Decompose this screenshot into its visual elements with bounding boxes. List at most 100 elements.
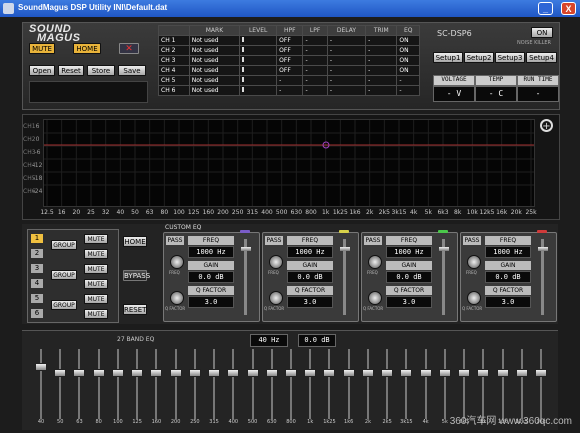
gain-fader-handle[interactable] <box>538 247 548 251</box>
geq-fader-handle[interactable] <box>496 369 509 377</box>
freq-knob[interactable] <box>467 255 481 269</box>
geq-fader-handle[interactable] <box>361 369 374 377</box>
q-factor-knob[interactable] <box>467 291 481 305</box>
setup1-button[interactable]: Setup1 <box>433 52 463 63</box>
group-button[interactable]: GROUP <box>51 240 77 250</box>
geq-fader-handle[interactable] <box>458 369 471 377</box>
graph-plot-area[interactable] <box>43 119 535 207</box>
channel-row[interactable]: CH 1 Not used OFF - - - ON <box>158 35 420 46</box>
geq-fader-handle[interactable] <box>73 369 86 377</box>
q-factor-knob[interactable] <box>368 291 382 305</box>
geq-fader-handle[interactable] <box>54 369 67 377</box>
channel-row[interactable]: CH 4 Not used OFF - - - ON <box>158 65 420 76</box>
eq-reset-button[interactable]: RESET <box>123 304 147 315</box>
freq-knob[interactable] <box>170 255 184 269</box>
geq-fader-handle[interactable] <box>304 369 317 377</box>
pass-button[interactable]: PASS <box>463 236 481 245</box>
gain-value[interactable]: 0.0 dB <box>386 271 432 283</box>
setup2-button[interactable]: Setup2 <box>464 52 494 63</box>
channel-select-6[interactable]: 6 <box>31 309 43 318</box>
mute-button[interactable]: MUTE <box>29 43 55 54</box>
geq-fader-handle[interactable] <box>246 369 259 377</box>
channel-row[interactable]: CH 3 Not used OFF - - - ON <box>158 55 420 66</box>
geq-fader-handle[interactable] <box>92 369 105 377</box>
channel-row[interactable]: CH 5 Not used - - - - - <box>158 75 420 86</box>
geq-fader-track <box>78 349 81 419</box>
freq-knob[interactable] <box>269 255 283 269</box>
geq-fader-handle[interactable] <box>35 363 47 371</box>
channel-select-1[interactable]: 1 <box>31 234 43 243</box>
geq-fader-track <box>501 349 504 419</box>
channel-mute-button[interactable]: MUTE <box>84 234 108 244</box>
close-button[interactable]: X <box>561 2 576 15</box>
store-button[interactable]: Store <box>87 65 115 76</box>
setup4-button[interactable]: Setup4 <box>526 52 557 63</box>
gain-value[interactable]: 0.0 dB <box>188 271 234 283</box>
channel-mute-button[interactable]: MUTE <box>84 249 108 259</box>
graph-x-tick: 16k <box>496 209 508 216</box>
zoom-in-icon[interactable]: + <box>540 119 553 132</box>
pass-button[interactable]: PASS <box>364 236 382 245</box>
geq-fader-handle[interactable] <box>419 369 432 377</box>
gain-fader-handle[interactable] <box>241 247 251 251</box>
gain-fader-handle[interactable] <box>340 247 350 251</box>
channel-select-2[interactable]: 2 <box>31 249 43 258</box>
channel-mark: Not used <box>188 55 241 66</box>
home-button[interactable]: HOME <box>73 43 101 54</box>
setup3-button[interactable]: Setup3 <box>495 52 525 63</box>
open-button[interactable]: Open <box>29 65 55 76</box>
power-on-button[interactable]: ON <box>531 27 553 38</box>
channel-mute-button[interactable]: MUTE <box>84 264 108 274</box>
geq-fader-handle[interactable] <box>150 369 163 377</box>
geq-fader-handle[interactable] <box>131 369 144 377</box>
channel-mute-button[interactable]: MUTE <box>84 294 108 304</box>
q-factor-value[interactable]: 3.0 <box>188 296 234 308</box>
freq-value[interactable]: 1000 Hz <box>287 246 333 258</box>
channel-select-4[interactable]: 4 <box>31 279 43 288</box>
geq-fader-handle[interactable] <box>535 369 547 377</box>
save-button[interactable]: Save <box>118 65 146 76</box>
channel-row[interactable]: CH 2 Not used OFF - - - ON <box>158 45 420 56</box>
eq-home-button[interactable]: HOME <box>123 236 147 247</box>
geq-fader-handle[interactable] <box>342 369 355 377</box>
gain-value[interactable]: 0.0 dB <box>287 271 333 283</box>
q-factor-value[interactable]: 3.0 <box>485 296 531 308</box>
bypass-button[interactable]: BYPASS <box>123 270 150 281</box>
geq-fader-handle[interactable] <box>438 369 451 377</box>
channel-row[interactable]: CH 6 Not used - - - - - <box>158 85 420 96</box>
q-factor-value[interactable]: 3.0 <box>386 296 432 308</box>
geq-fader-handle[interactable] <box>188 369 201 377</box>
geq-fader-handle[interactable] <box>111 369 124 377</box>
group-button[interactable]: GROUP <box>51 300 77 310</box>
channel-mute-button[interactable]: MUTE <box>84 279 108 289</box>
pass-button[interactable]: PASS <box>265 236 283 245</box>
geq-fader-handle[interactable] <box>285 369 297 377</box>
geq-fader-handle[interactable] <box>400 369 413 377</box>
pass-button[interactable]: PASS <box>166 236 184 245</box>
geq-fader-handle[interactable] <box>515 369 528 377</box>
geq-fader-handle[interactable] <box>265 369 278 377</box>
q-factor-value[interactable]: 3.0 <box>287 296 333 308</box>
freq-value[interactable]: 1000 Hz <box>485 246 531 258</box>
channel-select-5[interactable]: 5 <box>31 294 43 303</box>
geq-fader-handle[interactable] <box>227 369 240 377</box>
gain-value[interactable]: 0.0 dB <box>485 271 531 283</box>
freq-value[interactable]: 1000 Hz <box>188 246 234 258</box>
q-factor-knob[interactable] <box>170 291 184 305</box>
channel-mute-button[interactable]: MUTE <box>84 309 108 319</box>
geq-fader-handle[interactable] <box>208 369 221 377</box>
geq-fader-track <box>232 349 235 419</box>
q-factor-knob[interactable] <box>269 291 283 305</box>
minimize-button[interactable]: _ <box>538 2 553 15</box>
geq-fader-handle[interactable] <box>477 369 490 377</box>
reset-button[interactable]: Reset <box>58 65 84 76</box>
gain-fader-handle[interactable] <box>439 247 449 251</box>
geq-fader-handle[interactable] <box>169 369 182 377</box>
group-button[interactable]: GROUP <box>51 270 77 280</box>
freq-value[interactable]: 1000 Hz <box>386 246 432 258</box>
geq-fader-handle[interactable] <box>381 369 394 377</box>
channel-select-3[interactable]: 3 <box>31 264 43 273</box>
speaker-mute-icon[interactable]: ✕ <box>119 43 139 54</box>
geq-fader-handle[interactable] <box>323 369 336 377</box>
freq-knob[interactable] <box>368 255 382 269</box>
